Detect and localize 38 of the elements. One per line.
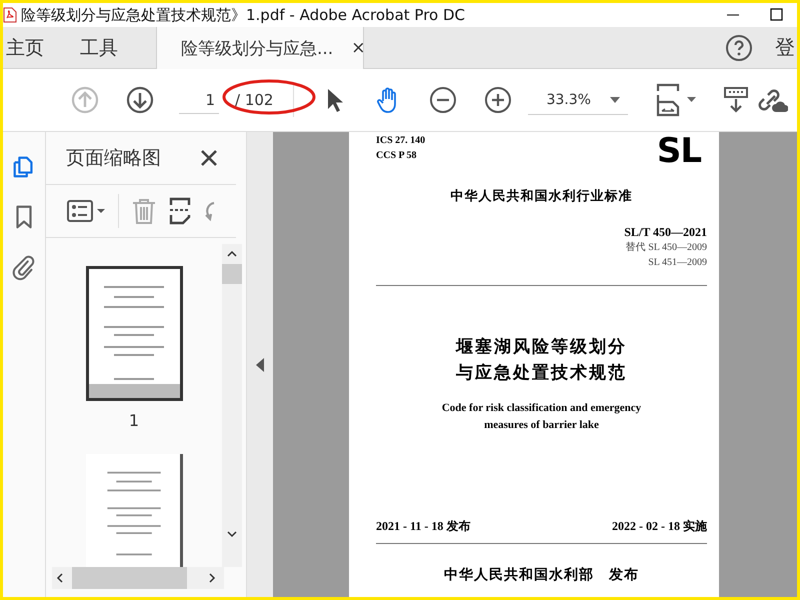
page-thumbnail[interactable] xyxy=(86,266,182,401)
standard-number: SL/T 450—2021 xyxy=(623,225,707,240)
tab[interactable]: 工具 xyxy=(56,27,130,68)
page-count: / 102 xyxy=(234,91,274,109)
page-number-label: 1 xyxy=(128,411,140,430)
close-icon[interactable] xyxy=(200,149,218,167)
effective-date: 2022 - 02 - 18 实施 xyxy=(612,518,707,535)
publisher: 中华人民共和国水利部 发布 xyxy=(443,566,640,584)
tab[interactable]: 主页 xyxy=(3,27,56,68)
options-list-icon[interactable] xyxy=(66,198,106,224)
replaced-standard: 替代 SL 450—2009 xyxy=(624,240,707,255)
save-to-device-icon[interactable] xyxy=(722,85,750,115)
zoom-out-icon[interactable] xyxy=(429,86,458,114)
page-thumbnail[interactable] xyxy=(86,454,182,567)
sign-in-link[interactable]: 登 xyxy=(775,34,795,61)
insert-page-icon[interactable] xyxy=(169,197,191,225)
zoom-in-icon[interactable] xyxy=(484,86,512,114)
tab[interactable]: 险等级划分与应急... × xyxy=(156,27,364,69)
help-icon[interactable] xyxy=(725,34,753,62)
english-title: measures of barrier lake xyxy=(483,418,600,433)
panel-title: 页面缩略图 xyxy=(66,146,161,171)
issue-date: 2021 - 11 - 18 发布 xyxy=(376,518,470,535)
collapse-arrow-icon[interactable] xyxy=(256,358,264,372)
zoom-dropdown[interactable]: 33.3% xyxy=(528,85,628,115)
english-title: Code for risk classification and emergency xyxy=(440,401,642,416)
page-number-field[interactable]: 1 xyxy=(179,86,219,114)
window-title: 险等级划分与应急处置技术规范》1.pdf - Adobe Acrobat Pro DC xyxy=(21,6,466,24)
document-title: 堰塞湖风险等级划分 xyxy=(454,336,628,359)
caret-icon xyxy=(610,96,620,102)
arrow-down-circle-icon[interactable] xyxy=(126,86,154,114)
horizontal-scrollbar[interactable] xyxy=(52,567,224,589)
classification-code: CCS P 58 xyxy=(376,149,418,163)
standard-category: 中华人民共和国水利行业标准 xyxy=(450,188,634,205)
document-title: 与应急处置技术规范 xyxy=(455,362,628,385)
standard-logo: SL xyxy=(656,134,701,168)
classification-code: ICS 27. 140 xyxy=(376,134,426,148)
replaced-standard: SL 451—2009 xyxy=(647,256,707,270)
vertical-scrollbar[interactable] xyxy=(222,244,242,567)
